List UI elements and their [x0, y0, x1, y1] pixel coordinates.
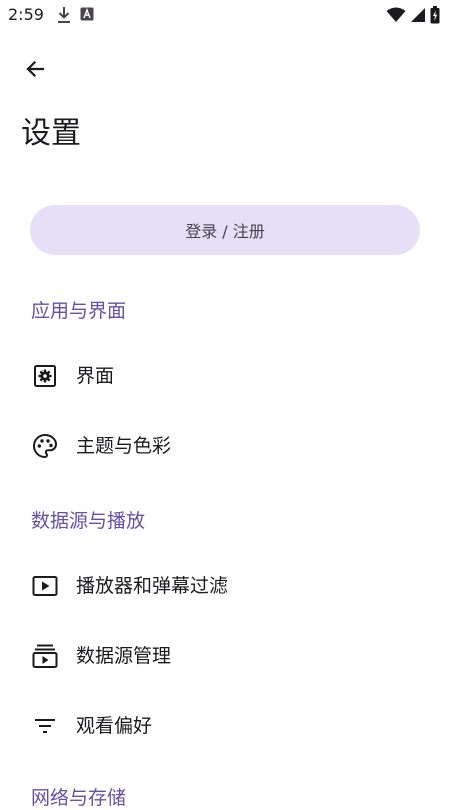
signal-icon: [410, 7, 426, 27]
section-header-app-ui: 应用与界面: [31, 300, 127, 322]
status-time: 2:59: [8, 5, 44, 24]
subscriptions-icon: [32, 643, 58, 669]
font-icon: [80, 6, 94, 28]
section-header-network-storage: 网络与存储: [31, 787, 127, 809]
settings-item-theme-color[interactable]: 主题与色彩: [0, 418, 450, 474]
palette-icon: [32, 433, 58, 459]
wifi-icon: [386, 7, 406, 27]
settings-item-data-source-management[interactable]: 数据源管理: [0, 628, 450, 684]
battery-charging-icon: [430, 6, 440, 28]
arrow-left-icon: [23, 57, 47, 85]
settings-item-watch-preferences[interactable]: 观看偏好: [0, 698, 450, 754]
login-register-button[interactable]: 登录 / 注册: [30, 205, 420, 255]
status-notification-icons: [56, 6, 94, 28]
settings-item-player-danmaku-filter[interactable]: 播放器和弹幕过滤: [0, 558, 450, 614]
login-register-label: 登录 / 注册: [185, 222, 265, 241]
download-icon: [56, 6, 72, 28]
section-header-data-source: 数据源与播放: [31, 510, 146, 532]
settings-item-label: 主题与色彩: [76, 435, 172, 457]
back-button[interactable]: [18, 54, 52, 88]
settings-item-label: 观看偏好: [76, 715, 153, 737]
settings-item-label: 界面: [76, 365, 115, 387]
status-system-icons: [386, 6, 440, 28]
play-box-icon: [32, 573, 58, 599]
status-bar: 2:59: [0, 0, 450, 30]
settings-box-icon: [32, 363, 58, 389]
settings-item-interface[interactable]: 界面: [0, 348, 450, 404]
filter-list-icon: [32, 713, 58, 739]
page-title: 设置: [21, 116, 81, 151]
settings-item-label: 数据源管理: [76, 645, 172, 667]
settings-item-label: 播放器和弹幕过滤: [76, 575, 229, 597]
